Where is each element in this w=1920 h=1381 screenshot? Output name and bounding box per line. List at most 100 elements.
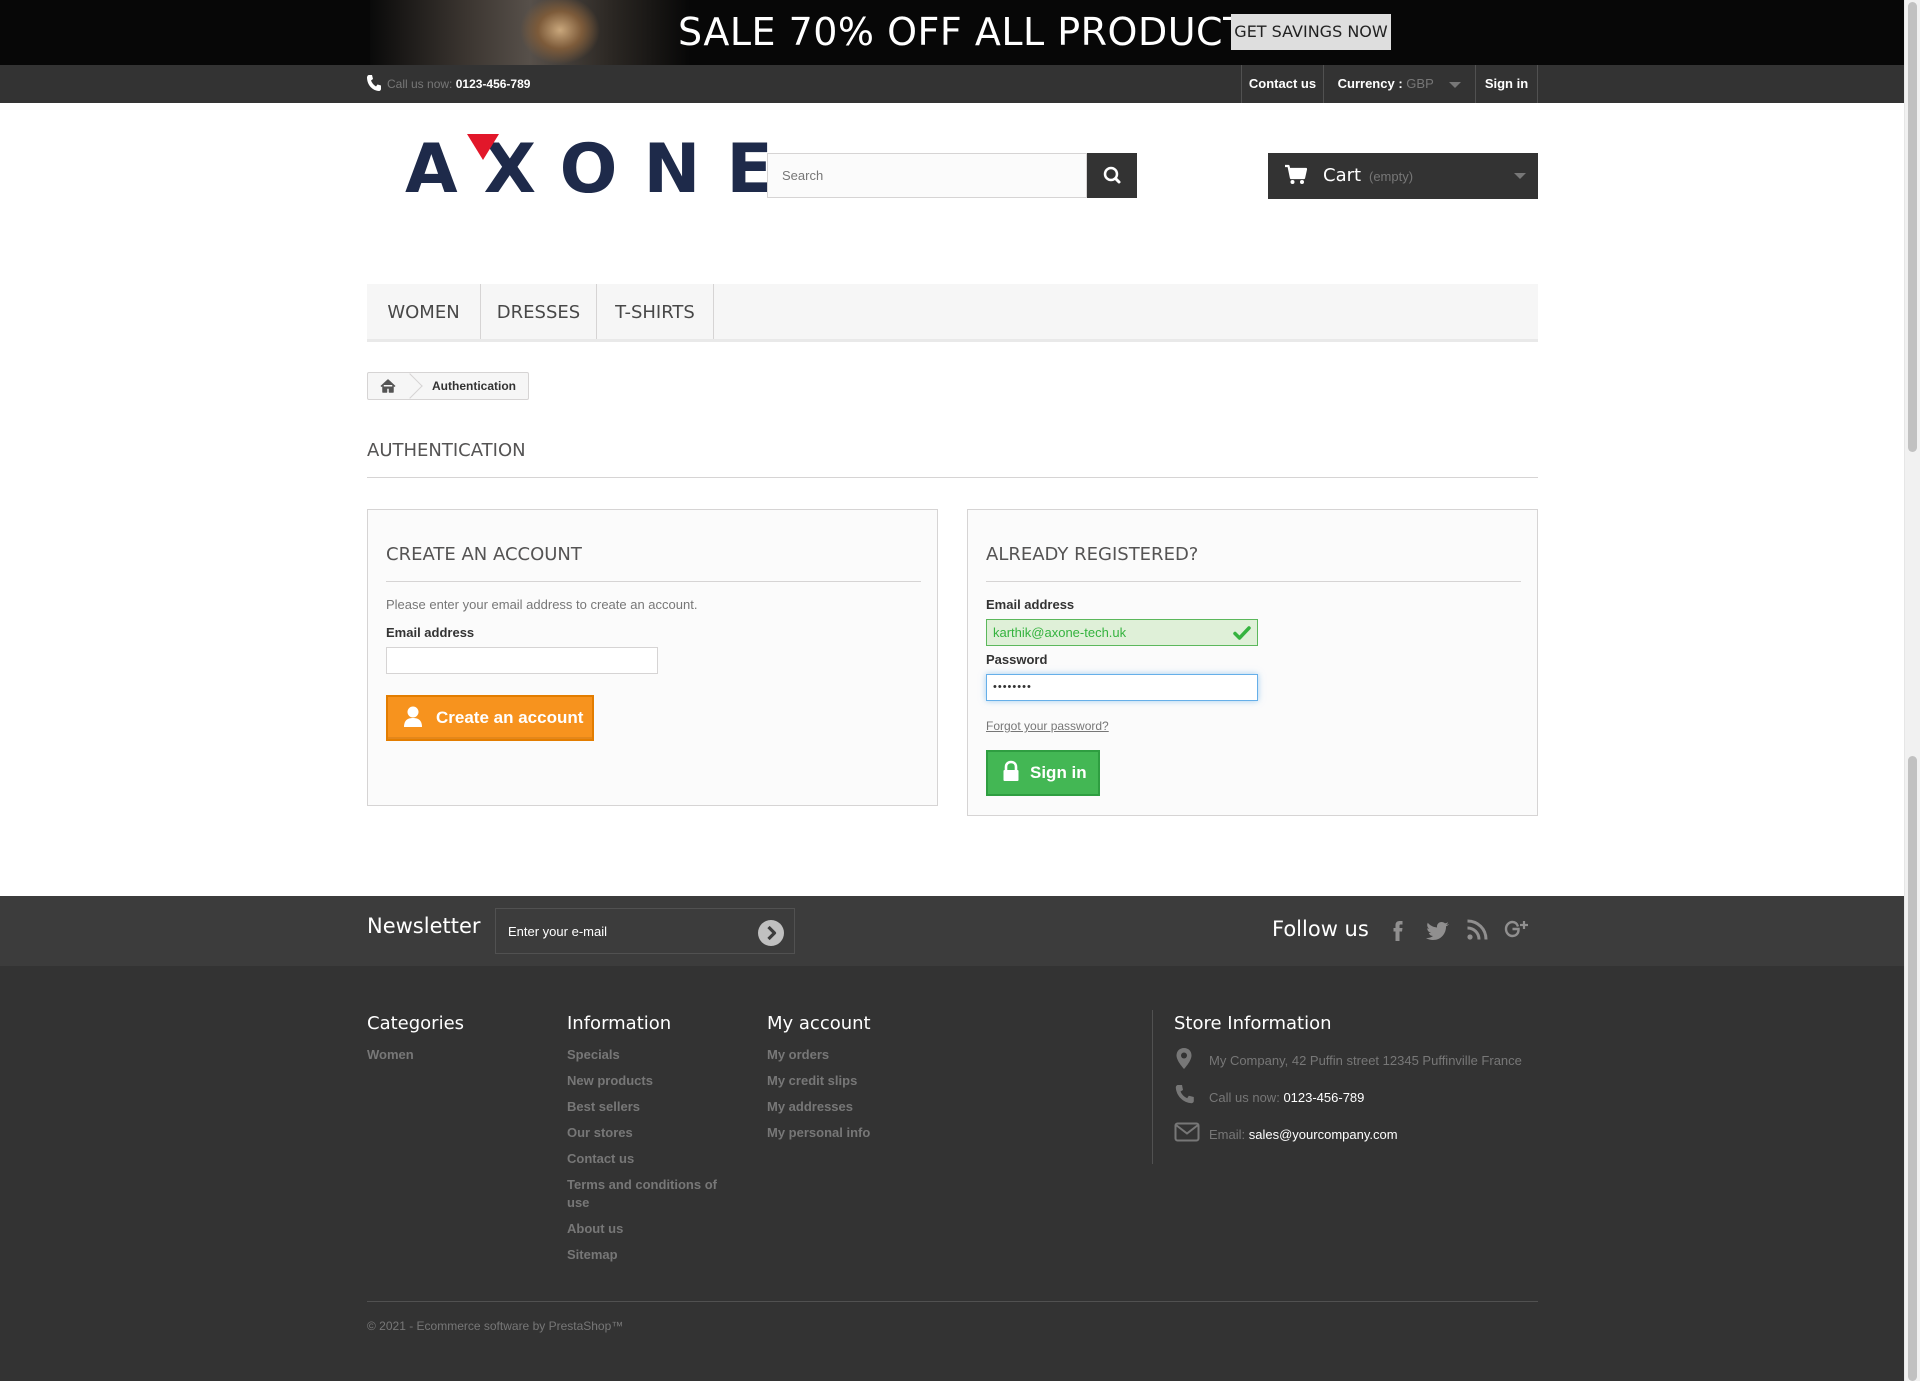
store-email-label: Email:	[1209, 1127, 1246, 1142]
footer-link-women[interactable]: Women	[367, 1046, 414, 1064]
forgot-password-link[interactable]: Forgot your password?	[986, 718, 1109, 734]
newsletter-bar: Newsletter Follow us	[0, 896, 1904, 966]
scrollbar-thumb[interactable]	[1908, 2, 1917, 452]
cart-label: Cart	[1323, 165, 1362, 186]
envelope-icon	[1174, 1122, 1200, 1142]
twitter-link[interactable]	[1424, 916, 1452, 944]
create-account-intro: Please enter your email address to creat…	[386, 597, 698, 612]
phone-icon	[1175, 1085, 1194, 1104]
top-phone-number: 0123-456-789	[455, 77, 531, 91]
twitter-icon	[1426, 922, 1449, 940]
phone-icon	[367, 75, 381, 91]
get-savings-button[interactable]: GET SAVINGS NOW	[1231, 14, 1391, 50]
footer-categories-title: Categories	[367, 1013, 465, 1034]
footer-link-terms[interactable]: Terms and conditions of use	[567, 1176, 737, 1212]
sign-in-link[interactable]: Sign in	[1475, 65, 1538, 103]
promo-banner[interactable]: SALE 70% OFF ALL PRODUCTS GET SAVINGS NO…	[0, 0, 1904, 65]
cart-status: (empty)	[1369, 169, 1414, 184]
menu-item-dresses[interactable]: DRESSES	[481, 284, 597, 339]
create-account-button[interactable]: Create an account	[386, 695, 594, 741]
login-form: ALREADY REGISTERED? Email address karthi…	[967, 509, 1538, 816]
arrow-right-icon	[767, 925, 777, 941]
footer-copyright[interactable]: © 2021 - Ecommerce software by PrestaSho…	[367, 1318, 623, 1334]
footer-link-personal-info[interactable]: My personal info	[767, 1124, 870, 1142]
main-menu: WOMEN DRESSES T-SHIRTS	[367, 284, 1538, 342]
top-nav-bar: Call us now: 0123-456-789 Contact us Cur…	[0, 65, 1904, 103]
contact-us-link[interactable]: Contact us	[1241, 65, 1323, 103]
footer-link-addresses[interactable]: My addresses	[767, 1098, 853, 1116]
login-title: ALREADY REGISTERED?	[986, 544, 1521, 582]
currency-value: GBP	[1406, 76, 1434, 91]
footer-link-contact-us[interactable]: Contact us	[567, 1150, 634, 1168]
check-icon	[1233, 626, 1251, 640]
footer-link-sitemap[interactable]: Sitemap	[567, 1246, 618, 1264]
create-email-label: Email address	[386, 625, 475, 640]
facebook-icon	[1393, 921, 1403, 941]
rss-icon	[1467, 919, 1488, 940]
footer-link-about-us[interactable]: About us	[567, 1220, 623, 1238]
footer-link-credit-slips[interactable]: My credit slips	[767, 1072, 857, 1090]
menu-item-t-shirts[interactable]: T-SHIRTS	[597, 284, 714, 339]
lock-icon	[1003, 760, 1019, 781]
footer-divider	[1152, 1010, 1153, 1164]
login-email-label: Email address	[986, 597, 1075, 612]
newsletter-submit-button[interactable]	[758, 920, 784, 946]
store-address: My Company, 42 Puffin street 12345 Puffi…	[1209, 1053, 1522, 1068]
store-logo[interactable]: AXONE	[405, 130, 799, 210]
store-phone: Call us now: 0123-456-789	[1209, 1089, 1364, 1107]
google-plus-link[interactable]	[1502, 916, 1530, 944]
scrollbar-thumb-lower[interactable]	[1908, 756, 1917, 1381]
login-password-label: Password	[986, 652, 1048, 667]
currency-label: Currency :	[1337, 76, 1403, 91]
cart-block[interactable]: Cart (empty)	[1268, 153, 1538, 199]
footer-link-specials[interactable]: Specials	[567, 1046, 620, 1064]
banner-headline: SALE 70% OFF ALL PRODUCTS	[678, 10, 1272, 54]
footer-my-account-title: My account	[767, 1013, 871, 1034]
store-call-label: Call us now:	[1209, 1090, 1280, 1105]
search-icon	[1103, 166, 1121, 184]
sign-in-label: Sign in	[1030, 763, 1087, 782]
breadcrumb-current: Authentication	[432, 379, 516, 393]
page-scrollbar[interactable]	[1904, 0, 1920, 1381]
footer-store-title: Store Information	[1174, 1013, 1332, 1034]
cart-icon	[1285, 164, 1308, 184]
footer-link-new-products[interactable]: New products	[567, 1072, 653, 1090]
footer-link-best-sellers[interactable]: Best sellers	[567, 1098, 640, 1116]
rss-link[interactable]	[1463, 916, 1491, 944]
chevron-down-icon	[1449, 81, 1462, 88]
newsletter-email-input[interactable]	[495, 908, 795, 954]
page-title: AUTHENTICATION	[367, 440, 1538, 478]
create-account-title: CREATE AN ACCOUNT	[386, 544, 921, 582]
login-email-value: karthik@axone-tech.uk	[993, 625, 1127, 640]
footer-bottom-divider	[367, 1301, 1538, 1302]
search-input[interactable]	[767, 153, 1087, 198]
facebook-link[interactable]	[1384, 916, 1412, 944]
create-account-form: CREATE AN ACCOUNT Please enter your emai…	[367, 509, 938, 806]
footer-information-title: Information	[567, 1013, 672, 1034]
login-email-field[interactable]: karthik@axone-tech.uk	[986, 619, 1258, 646]
logo-triangle-icon	[467, 134, 499, 160]
google-plus-icon	[1504, 920, 1528, 938]
menu-item-women[interactable]: WOMEN	[367, 284, 481, 339]
site-footer: Categories Women Information Specials Ne…	[0, 966, 1904, 1381]
user-icon	[404, 706, 422, 727]
store-phone-number: 0123-456-789	[1283, 1090, 1365, 1105]
footer-link-our-stores[interactable]: Our stores	[567, 1124, 633, 1142]
newsletter-title: Newsletter	[367, 914, 481, 938]
map-marker-icon	[1176, 1048, 1192, 1069]
logo-wordmark: AXONE	[405, 130, 799, 209]
currency-selector[interactable]: Currency : GBP	[1323, 65, 1475, 103]
store-email: Email: sales@yourcompany.com	[1209, 1126, 1398, 1144]
banner-model-image	[370, 0, 690, 65]
sign-in-button[interactable]: Sign in	[986, 750, 1100, 796]
follow-us-title: Follow us	[1272, 917, 1369, 941]
store-email-link[interactable]: sales@yourcompany.com	[1249, 1127, 1398, 1142]
create-email-field[interactable]	[386, 647, 658, 674]
search-button[interactable]	[1087, 153, 1137, 198]
call-us-text: Call us now: 0123-456-789	[367, 75, 530, 93]
breadcrumb: Authentication	[367, 372, 529, 400]
chevron-down-icon	[1514, 173, 1526, 179]
create-account-label: Create an account	[436, 708, 584, 727]
login-password-field[interactable]: ••••••••	[986, 674, 1258, 701]
footer-link-my-orders[interactable]: My orders	[767, 1046, 829, 1064]
